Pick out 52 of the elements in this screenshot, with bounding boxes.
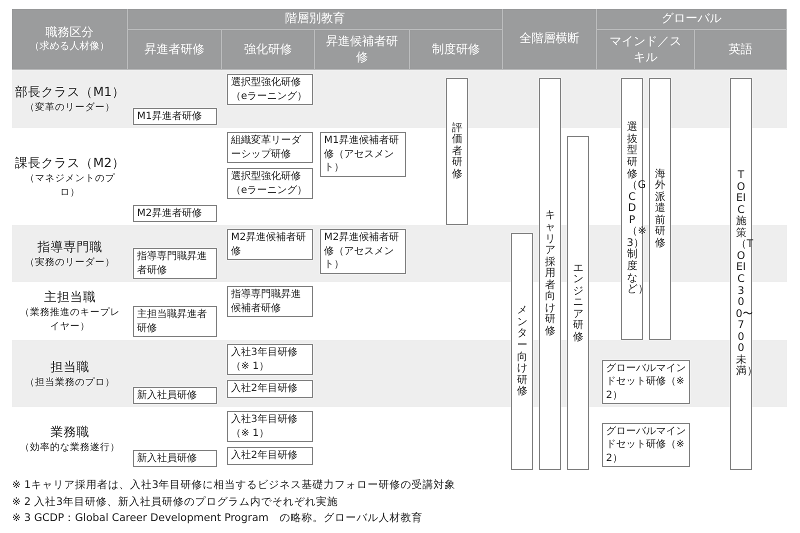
program-box: 新入社員研修: [133, 450, 217, 467]
column-header: 強化研修: [222, 30, 315, 70]
column-header: 英語: [695, 30, 787, 70]
program-box: 入社3年目研修（※ 1）: [227, 344, 313, 375]
job-description: （業務推進のキープレイヤー）: [19, 306, 121, 334]
header-subtitle: （求める人材像）: [30, 40, 110, 54]
group-header: グローバル: [597, 9, 787, 30]
program-box: 指導専門職昇進者研修: [133, 248, 217, 279]
footnote: ※ 3 GCDP：Global Career Development Program の略称。グローバル人材教育: [12, 511, 424, 526]
program-box: 入社3年目研修（※ 1）: [227, 411, 313, 442]
program-box: TOEIC施策（TOEIC 300〜700未満）: [730, 78, 752, 470]
footnote: ※ 1キャリア採用者は、入社3年目研修に相当するビジネス基礎力フォロー研修の受講対象: [12, 478, 456, 493]
program-box: 入社2年目研修: [227, 380, 313, 398]
column-header: マインド／スキル: [597, 30, 695, 70]
program-box: M2昇進候補者研修: [227, 229, 313, 260]
job-title: 指導専門職: [38, 238, 102, 256]
program-box: M2昇進者研修: [133, 204, 217, 222]
job-description: （実務のリーダー）: [25, 256, 115, 270]
program-box: グローバルマインドセット研修（※ 2）: [602, 360, 690, 404]
program-box: グローバルマインドセット研修（※ 2）: [602, 422, 690, 467]
job-description: （変革のリーダー）: [25, 101, 115, 115]
header-title: 職務区分: [46, 24, 94, 40]
program-box: 組織変革リーダーシップ研修: [227, 132, 313, 163]
job-title: 部長クラス（M1）: [15, 83, 125, 102]
job-title: 課長クラス（M2）: [15, 154, 125, 172]
program-box: 新入社員研修: [133, 386, 217, 404]
job-title: 担当職: [50, 358, 90, 376]
job-description: （マネジメントのプロ）: [24, 172, 116, 200]
program-box: エンジニア研修: [567, 136, 589, 470]
program-box: メンター向け研修: [511, 233, 533, 470]
column-header: 昇進候補者研修: [315, 30, 410, 70]
program-box: M2昇進候補者研修（アセスメント）: [320, 229, 406, 274]
program-box: M1昇進者研修: [133, 108, 217, 125]
footnote: ※ 2 入社3年目研修、新入社員研修のプログラム内でそれぞれ実施: [12, 494, 339, 510]
program-box: 選抜型研修（GCDP（※3）制度など）: [621, 78, 643, 340]
program-box: M1昇進候補者研修（アセスメント）: [320, 132, 406, 176]
program-box: 評価者研修: [446, 78, 468, 225]
job-title: 主担当職: [44, 288, 96, 306]
job-description: （効率的な業務遂行）: [20, 440, 120, 454]
program-box: 指導専門職昇進候補者研修: [227, 286, 313, 317]
program-box: 選択型強化研修（eラーニング）: [227, 168, 313, 199]
program-box: 入社2年目研修: [227, 447, 313, 464]
column-header: 昇進者研修: [128, 30, 222, 70]
job-description: （担当業務のプロ）: [25, 376, 115, 390]
program-box: キャリア採用者向け研修: [539, 78, 561, 470]
column-header: 制度研修: [410, 30, 503, 70]
group-header: 階層別教育: [128, 9, 503, 30]
program-box: 主担当職昇進者研修: [133, 306, 217, 337]
program-box: 海外派遣前研修: [649, 78, 671, 340]
job-title: 業務職: [50, 422, 90, 441]
group-header: 全階層横断: [503, 9, 597, 70]
program-box: 選択型強化研修（eラーニング）: [227, 74, 313, 105]
